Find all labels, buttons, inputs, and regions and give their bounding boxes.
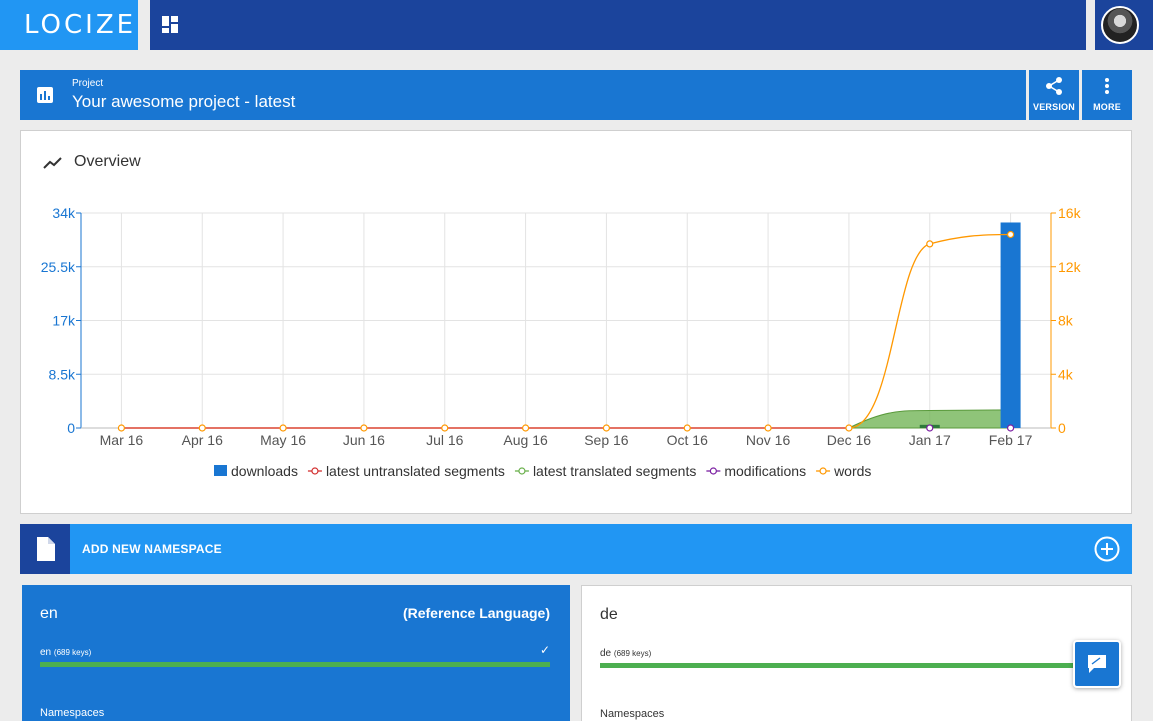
point-words xyxy=(279,424,287,432)
point-words xyxy=(198,424,206,432)
point-words xyxy=(360,424,368,432)
legend-label: latest untranslated segments xyxy=(326,463,505,479)
language-card-de[interactable]: de de (689 keys) Namespaces xyxy=(581,585,1132,721)
right-axis-label: 8k xyxy=(1058,313,1074,329)
x-axis-label: Jan 17 xyxy=(909,432,951,448)
x-axis-label: Aug 16 xyxy=(503,432,548,448)
point-words xyxy=(117,424,126,432)
keys-count: (689 keys) xyxy=(53,648,92,657)
reference-language-label: (Reference Language) xyxy=(402,605,550,621)
more-label: MORE xyxy=(1093,102,1121,112)
point-words xyxy=(764,424,772,432)
right-axis-label: 4k xyxy=(1058,366,1074,382)
namespaces-label: Namespaces xyxy=(40,707,105,719)
x-axis-label: Oct 16 xyxy=(667,432,708,448)
keys-count: (689 keys) xyxy=(613,649,652,658)
language-keys: en (689 keys) xyxy=(40,647,91,658)
series-line-words xyxy=(121,233,1011,429)
bar-downloads xyxy=(1000,222,1021,428)
share-icon xyxy=(1046,77,1062,95)
keys-language: de xyxy=(600,648,612,659)
point-modifications xyxy=(926,424,934,432)
dashboard-icon[interactable] xyxy=(162,16,180,34)
point-modifications xyxy=(1006,424,1015,432)
project-subtitle: Project xyxy=(72,78,104,89)
add-namespace-label: ADD NEW NAMESPACE xyxy=(82,542,222,556)
logo[interactable]: LOCIZE xyxy=(0,0,138,50)
chat-button[interactable] xyxy=(1073,640,1121,688)
file-icon xyxy=(37,537,55,561)
point-words xyxy=(602,424,611,432)
more-button[interactable]: MORE xyxy=(1082,70,1132,120)
point-words xyxy=(521,424,530,432)
x-axis-label: Sep 16 xyxy=(584,432,629,448)
x-axis-label: Feb 17 xyxy=(989,432,1033,448)
legend-swatch xyxy=(214,465,227,476)
namespace-icon-box xyxy=(20,524,70,574)
point-words xyxy=(441,424,449,432)
language-code: en xyxy=(40,605,58,622)
right-axis-label: 16k xyxy=(1058,205,1082,221)
keys-language: en xyxy=(40,647,52,658)
x-axis-label: Nov 16 xyxy=(746,432,791,448)
legend-marker xyxy=(518,467,526,475)
legend-label: modifications xyxy=(724,463,806,479)
left-axis-label: 8.5k xyxy=(49,366,76,382)
check-icon: ✓ xyxy=(539,643,550,657)
left-axis-label: 17k xyxy=(52,313,76,329)
bar-chart-icon xyxy=(37,87,53,103)
project-title: Your awesome project - latest xyxy=(72,92,296,111)
overview-card: Overview 0 0 8.5k 4k 17k 8k 25.5k 12k 34k 16k Mar … xyxy=(20,130,1132,514)
project-header: Project Your awesome project - latest xyxy=(20,70,1026,120)
language-code: de xyxy=(600,606,618,623)
top-bar: LOCIZE xyxy=(0,0,1153,50)
point-words xyxy=(845,424,853,432)
point-words xyxy=(1006,230,1015,239)
legend-label: words xyxy=(833,463,871,479)
left-axis-label: 34k xyxy=(52,205,76,221)
right-axis-label: 0 xyxy=(1058,420,1066,436)
right-axis-label: 12k xyxy=(1058,259,1082,275)
x-axis-label: Jul 16 xyxy=(426,432,464,448)
left-axis-label: 25.5k xyxy=(41,259,76,275)
x-axis-label: Apr 16 xyxy=(182,432,223,448)
progress-bar xyxy=(600,663,1090,668)
legend-label: downloads xyxy=(231,463,298,479)
language-card-en[interactable]: en (Reference Language) en (689 keys) ✓ … xyxy=(22,585,570,721)
user-menu[interactable] xyxy=(1095,0,1153,50)
point-words xyxy=(926,240,934,248)
chat-bubble-icon xyxy=(1088,655,1106,673)
version-button[interactable]: VERSION xyxy=(1029,70,1079,120)
left-axis-label: 0 xyxy=(67,420,75,436)
add-namespace-bar[interactable]: ADD NEW NAMESPACE xyxy=(20,524,1132,574)
legend-marker xyxy=(311,467,319,475)
x-axis-label: Jun 16 xyxy=(343,432,385,448)
more-vert-icon xyxy=(1105,78,1109,94)
namespaces-label: Namespaces xyxy=(600,708,665,720)
language-keys: de (689 keys) xyxy=(600,648,651,659)
overview-chart: 0 0 8.5k 4k 17k 8k 25.5k 12k 34k 16k Mar 16 Apr 16 M… xyxy=(41,205,1082,479)
add-circle-icon[interactable] xyxy=(1094,536,1120,562)
avatar[interactable] xyxy=(1101,6,1139,44)
progress-bar xyxy=(40,662,550,667)
legend-marker xyxy=(819,467,827,475)
point-words xyxy=(683,424,691,432)
x-axis-label: May 16 xyxy=(260,432,306,448)
x-axis-label: Mar 16 xyxy=(100,432,144,448)
legend-marker xyxy=(709,467,717,475)
version-label: VERSION xyxy=(1033,102,1075,112)
nav-bar xyxy=(150,0,1086,50)
legend-label: latest translated segments xyxy=(533,463,696,479)
x-axis-label: Dec 16 xyxy=(827,432,872,448)
